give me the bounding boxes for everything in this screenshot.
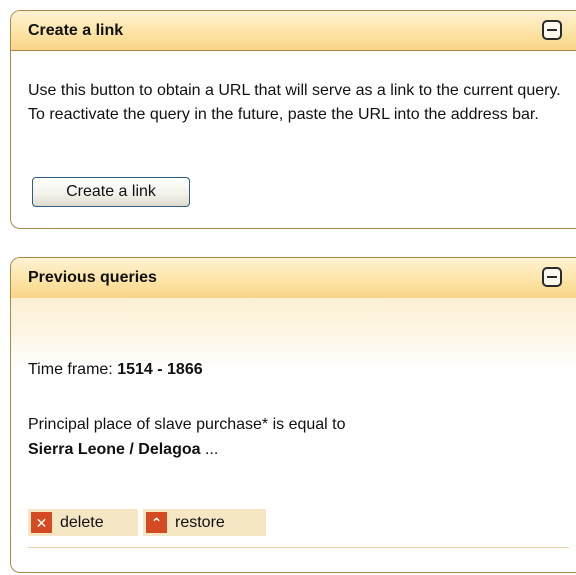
restore-query-button[interactable]: ⌃ restore [143, 509, 266, 536]
time-frame-line: Time frame: 1514 - 1866 [28, 361, 203, 379]
create-link-button[interactable]: Create a link [32, 177, 190, 207]
delete-label: delete [60, 513, 104, 531]
query-criterion-text: Principal place of slave purchase* is eq… [28, 416, 346, 433]
query-divider [28, 547, 569, 548]
restore-label: restore [175, 513, 225, 531]
time-frame-label: Time frame: [28, 361, 118, 378]
previous-queries-panel-title: Previous queries [28, 269, 157, 286]
create-link-panel-title: Create a link [28, 22, 124, 39]
delete-icon: ✕ [31, 512, 52, 533]
delete-query-button[interactable]: ✕ delete [28, 509, 138, 536]
previous-queries-panel-header: Previous queries [11, 258, 576, 298]
create-link-description: Use this button to obtain a URL that wil… [28, 82, 561, 123]
time-frame-value: 1514 - 1866 [117, 361, 203, 378]
create-link-panel: Create a link Use this button to obtain … [10, 10, 576, 229]
create-link-panel-header: Create a link [11, 11, 576, 51]
restore-icon: ⌃ [146, 512, 167, 533]
previous-queries-panel: Previous queries Time frame: 1514 - 1866… [10, 257, 576, 573]
query-criterion-ellipsis: ... [200, 441, 219, 458]
query-criterion-value: Sierra Leone / Delagoa [28, 441, 201, 458]
collapse-icon[interactable] [542, 267, 562, 287]
query-criterion-value-line: Sierra Leone / Delagoa ... [28, 441, 218, 459]
collapse-icon[interactable] [542, 20, 562, 40]
